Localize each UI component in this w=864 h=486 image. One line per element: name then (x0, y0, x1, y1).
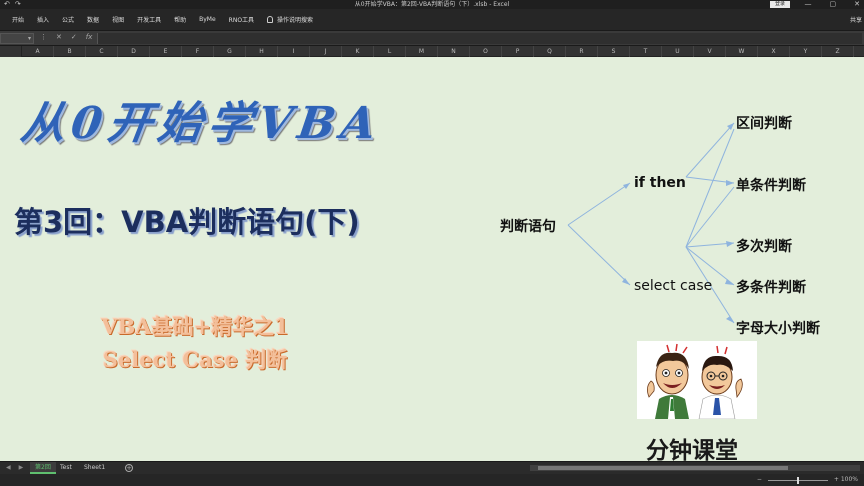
column-header-cell[interactable]: N (438, 46, 470, 57)
add-sheet-icon[interactable]: + (125, 464, 133, 472)
column-header-cell[interactable]: C (86, 46, 118, 57)
sheet-tab-lesson2[interactable]: 第2回 (30, 462, 56, 474)
tab-formulas[interactable]: 公式 (62, 15, 74, 24)
tab-developer[interactable]: 开发工具 (137, 15, 161, 24)
arrowhead-multicond (725, 279, 734, 285)
tab-help[interactable]: 帮助 (174, 15, 186, 24)
sheet-tab-sheet1[interactable]: Sheet1 (79, 462, 110, 474)
promo-line-2: Select Case 判断 (102, 347, 288, 372)
sheet-tab-test[interactable]: Test (55, 462, 77, 474)
zoom-out-icon[interactable]: − (757, 474, 762, 486)
column-header-cell[interactable]: X (758, 46, 790, 57)
share-button[interactable]: 共享 (850, 15, 862, 24)
column-header-cell[interactable]: A (22, 46, 54, 57)
column-header-cell[interactable]: D (118, 46, 150, 57)
tab-home[interactable]: 开始 (12, 15, 24, 24)
column-header-cell[interactable]: I (278, 46, 310, 57)
sheet-tabs-bar: ◀ ▶ 第2回 Test Sheet1 + (0, 461, 864, 474)
mindmap-leaf-range: 区间判断 (736, 116, 792, 132)
prev-sheet-icon[interactable]: ◀ (6, 464, 11, 471)
column-header-cell[interactable]: G (214, 46, 246, 57)
maximize-button[interactable]: ▢ (830, 0, 837, 9)
mindmap-branch-selectcase: select case (634, 278, 713, 294)
name-box[interactable]: ▾ (0, 33, 34, 44)
insert-function-icon[interactable]: fx (86, 33, 93, 41)
mindmap-leaf-single-condition: 单条件判断 (736, 178, 806, 194)
arrowhead-ifthen (623, 183, 630, 189)
select-all-corner[interactable] (0, 46, 22, 57)
course-title: 从0开始学VBA (17, 98, 386, 149)
column-header-cell[interactable]: S (598, 46, 630, 57)
column-header-cell[interactable]: B (54, 46, 86, 57)
cartoon-illustration (637, 341, 757, 419)
tab-rno-tools[interactable]: RNO工具 (229, 15, 254, 24)
minimize-button[interactable]: — (805, 0, 812, 9)
column-header-cell[interactable]: K (342, 46, 374, 57)
connector-root-ifthen (567, 182, 631, 226)
window-controls: — ▢ ✕ (805, 0, 861, 9)
worksheet-canvas[interactable]: 从0开始学VBA 第3回：VBA判断语句(下) VBA基础+精华之1 Selec… (0, 57, 864, 461)
column-header-cell[interactable]: U (662, 46, 694, 57)
mindmap-root: 判断语句 (500, 219, 556, 235)
column-header-cell[interactable]: Z (822, 46, 854, 57)
promo-line-1: VBA基础+精华之1 (101, 314, 289, 339)
column-header-cell[interactable]: P (502, 46, 534, 57)
tab-view[interactable]: 视图 (112, 15, 124, 24)
column-header-cell[interactable]: T (630, 46, 662, 57)
arrowhead-letter (726, 316, 734, 323)
cancel-icon[interactable]: ✕ (56, 33, 62, 41)
next-sheet-icon[interactable]: ▶ (19, 464, 24, 471)
mindmap-leaf-multi-condition: 多条件判断 (736, 280, 806, 296)
connector-root-selectcase (567, 224, 631, 286)
chevron-down-icon[interactable]: ▾ (28, 35, 31, 42)
zoom-slider[interactable] (767, 476, 828, 484)
arrowhead-single (726, 180, 734, 186)
tab-byme[interactable]: ByMe (199, 16, 216, 23)
scrollbar-thumb[interactable] (538, 466, 788, 470)
mindmap-branch-ifthen: if then (634, 175, 686, 191)
window-title: 从0开始学VBA：第2回-VBA判断语句（下）.xlsb - Excel (354, 1, 510, 8)
connector-case-single (685, 186, 735, 248)
tell-me-label: 操作说明搜索 (277, 17, 314, 24)
ribbon-tabs: 开始 插入 公式 数据 视图 开发工具 帮助 ByMe RNO工具 操作说明搜索… (0, 9, 864, 30)
column-header: ABCDEFGHIJKLMNOPQRSTUVWXYZ (0, 46, 864, 57)
close-button[interactable]: ✕ (854, 0, 860, 9)
zoom-control: − + 100% (757, 474, 858, 486)
horizontal-scrollbar[interactable] (530, 465, 860, 471)
mindmap-leaf-letter-case: 字母大小判断 (736, 321, 820, 337)
formula-input[interactable] (97, 33, 862, 44)
tell-me-search[interactable]: 操作说明搜索 (267, 15, 313, 24)
excel-window: ↶ ↷ 从0开始学VBA：第2回-VBA判断语句（下）.xlsb - Excel… (0, 0, 864, 486)
column-header-cell[interactable]: J (310, 46, 342, 57)
title-bar: ↶ ↷ 从0开始学VBA：第2回-VBA判断语句（下）.xlsb - Excel… (0, 0, 864, 9)
column-header-cell[interactable]: H (246, 46, 278, 57)
column-header-cell[interactable]: W (726, 46, 758, 57)
column-header-cell[interactable]: V (694, 46, 726, 57)
login-button[interactable]: 登录 (770, 1, 790, 8)
tab-data[interactable]: 数据 (87, 15, 99, 24)
sheet-nav: ◀ ▶ (6, 464, 23, 471)
tab-insert[interactable]: 插入 (37, 15, 49, 24)
brand-label: 分钟课堂 (646, 438, 738, 461)
zoom-level[interactable]: + 100% (834, 474, 858, 486)
more-icon: ⋮ (40, 33, 47, 41)
arrowhead-multi (726, 241, 734, 247)
lesson-subtitle: 第3回：VBA判断语句(下) (14, 205, 360, 239)
column-header-cell[interactable]: E (150, 46, 182, 57)
column-header-cell[interactable]: M (406, 46, 438, 57)
enter-icon[interactable]: ✓ (71, 33, 77, 41)
column-header-cell[interactable]: R (566, 46, 598, 57)
formula-bar: ▾ ⋮ ✕ ✓ fx (0, 30, 864, 46)
connector-case-range (685, 128, 735, 248)
connector-ifthen-range (685, 122, 735, 178)
status-bar: − + 100% (0, 474, 864, 486)
column-header-cell[interactable]: O (470, 46, 502, 57)
column-header-cell[interactable]: F (182, 46, 214, 57)
column-header-cell[interactable]: Y (790, 46, 822, 57)
column-header-cell[interactable]: Q (534, 46, 566, 57)
mindmap-leaf-multiple: 多次判断 (736, 239, 792, 255)
column-header-cell[interactable]: L (374, 46, 406, 57)
formula-bar-icons: ⋮ ✕ ✓ fx (40, 33, 92, 41)
lightbulb-icon (267, 16, 274, 23)
